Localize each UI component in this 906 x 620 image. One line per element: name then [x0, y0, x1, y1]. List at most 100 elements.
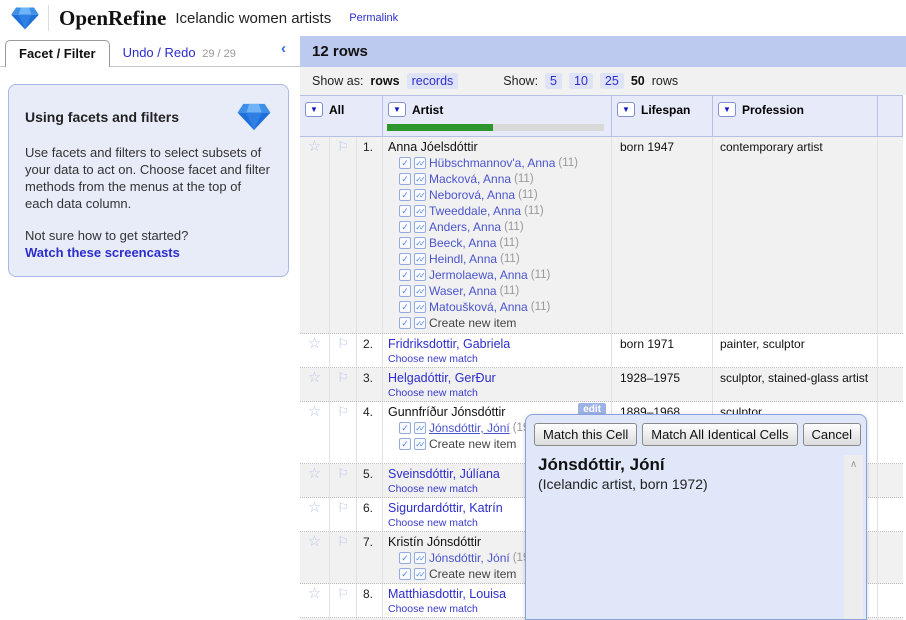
star-icon[interactable]: ☆ — [308, 371, 321, 400]
app-name: OpenRefine — [59, 6, 166, 31]
choose-new-match-link[interactable]: Choose new match — [388, 387, 607, 400]
star-icon[interactable]: ☆ — [308, 140, 321, 332]
candidate-link[interactable]: Anders, Anna — [429, 220, 501, 234]
create-new-item-link[interactable]: Create new item — [429, 437, 516, 451]
show-label: Show: — [503, 74, 538, 88]
match-this-cell-button[interactable]: Match this Cell — [534, 423, 637, 446]
match-all-identical-cells-button[interactable]: Match All Identical Cells — [642, 423, 797, 446]
match-all-checkbox-icon[interactable]: ✓✓ — [414, 568, 426, 580]
star-icon[interactable]: ☆ — [308, 467, 321, 496]
match-all-checkbox-icon[interactable]: ✓✓ — [414, 157, 426, 169]
popup-scrollbar[interactable]: ∧ — [844, 455, 863, 619]
flag-icon[interactable]: ⚐ — [337, 337, 349, 366]
match-all-checkbox-icon[interactable]: ✓✓ — [414, 205, 426, 217]
match-all-checkbox-icon[interactable]: ✓✓ — [414, 221, 426, 233]
candidate-link[interactable]: Neborová, Anna — [429, 188, 515, 202]
match-checkbox-icon[interactable]: ✓ — [399, 253, 411, 265]
page-size-25[interactable]: 25 — [600, 73, 624, 89]
partial-cell — [878, 137, 903, 333]
candidate-link[interactable]: Hübschmannov'a, Anna — [429, 156, 555, 170]
candidate-link[interactable]: Waser, Anna — [429, 284, 497, 298]
match-checkbox-icon[interactable]: ✓ — [399, 285, 411, 297]
candidate-link[interactable]: Jónsdóttir, Jóní — [429, 551, 510, 565]
flag-icon[interactable]: ⚐ — [337, 140, 349, 332]
flag-icon[interactable]: ⚐ — [337, 371, 349, 400]
profession-column-menu-icon[interactable]: ▼ — [718, 102, 736, 117]
star-icon[interactable]: ☆ — [308, 405, 321, 462]
flag-icon[interactable]: ⚐ — [337, 535, 349, 582]
match-all-checkbox-icon[interactable]: ✓✓ — [414, 301, 426, 313]
star-icon[interactable]: ☆ — [308, 535, 321, 582]
candidate-link[interactable]: Jermolaewa, Anna — [429, 268, 528, 282]
star-icon[interactable]: ☆ — [308, 337, 321, 366]
table-row: ☆⚐3.Helgadóttir, GerÐurChoose new match1… — [300, 368, 903, 402]
flag-icon[interactable]: ⚐ — [337, 501, 349, 530]
match-checkbox-icon[interactable]: ✓ — [399, 552, 411, 564]
match-all-checkbox-icon[interactable]: ✓✓ — [414, 269, 426, 281]
show-as-rows-option[interactable]: rows — [370, 74, 399, 88]
artist-cell: Helgadóttir, GerÐurChoose new match — [383, 368, 612, 401]
match-checkbox-icon[interactable]: ✓ — [399, 237, 411, 249]
match-checkbox-icon[interactable]: ✓ — [399, 205, 411, 217]
choose-new-match-link[interactable]: Choose new match — [388, 353, 607, 366]
candidate-link[interactable]: Beeck, Anna — [429, 236, 496, 250]
match-all-checkbox-icon[interactable]: ✓✓ — [414, 253, 426, 265]
page-size-10[interactable]: 10 — [569, 73, 593, 89]
partial-cell — [878, 368, 903, 401]
lifespan-column-menu-icon[interactable]: ▼ — [617, 102, 635, 117]
match-checkbox-icon[interactable]: ✓ — [399, 317, 411, 329]
match-checkbox-icon[interactable]: ✓ — [399, 221, 411, 233]
match-checkbox-icon[interactable]: ✓ — [399, 157, 411, 169]
match-checkbox-icon[interactable]: ✓ — [399, 301, 411, 313]
profession-cell: sculptor, stained-glass artist — [713, 368, 878, 401]
match-checkbox-icon[interactable]: ✓ — [399, 422, 411, 434]
candidate-link[interactable]: Tweeddale, Anna — [429, 204, 521, 218]
column-header-artist: ▼ Artist — [383, 96, 612, 136]
candidate-link[interactable]: Macková, Anna — [429, 172, 511, 186]
match-checkbox-icon[interactable]: ✓ — [399, 269, 411, 281]
tab-undo-redo[interactable]: Undo / Redo 29 / 29 — [110, 40, 249, 66]
match-checkbox-icon[interactable]: ✓ — [399, 438, 411, 450]
match-all-checkbox-icon[interactable]: ✓✓ — [414, 422, 426, 434]
flag-icon[interactable]: ⚐ — [337, 467, 349, 496]
candidate-count: (11) — [524, 205, 544, 217]
match-checkbox-icon[interactable]: ✓ — [399, 568, 411, 580]
lifespan-column-label: Lifespan — [641, 103, 690, 117]
flag-icon[interactable]: ⚐ — [337, 405, 349, 462]
collapse-sidebar-icon[interactable]: ‹ — [275, 41, 292, 58]
artist-name[interactable]: Helgadóttir, GerÐur — [388, 371, 607, 386]
star-icon[interactable]: ☆ — [308, 587, 321, 616]
cancel-button[interactable]: Cancel — [803, 423, 861, 446]
permalink-link[interactable]: Permalink — [349, 12, 398, 24]
screencasts-link[interactable]: Watch these screencasts — [25, 245, 272, 260]
match-checkbox-icon[interactable]: ✓ — [399, 189, 411, 201]
candidate-row: ✓✓✓Heindl, Anna(11) — [388, 251, 607, 267]
candidate-count: (11) — [558, 157, 578, 169]
match-all-checkbox-icon[interactable]: ✓✓ — [414, 438, 426, 450]
match-all-checkbox-icon[interactable]: ✓✓ — [414, 189, 426, 201]
match-all-checkbox-icon[interactable]: ✓✓ — [414, 317, 426, 329]
create-new-item-link[interactable]: Create new item — [429, 316, 516, 330]
match-all-checkbox-icon[interactable]: ✓✓ — [414, 552, 426, 564]
all-column-menu-icon[interactable]: ▼ — [305, 102, 323, 117]
match-checkbox-icon[interactable]: ✓ — [399, 173, 411, 185]
artist-column-menu-icon[interactable]: ▼ — [388, 102, 406, 117]
match-all-checkbox-icon[interactable]: ✓✓ — [414, 285, 426, 297]
candidate-preview-title: Jónsdóttir, Jóní — [526, 449, 866, 475]
page-size-5[interactable]: 5 — [545, 73, 562, 89]
scroll-up-icon[interactable]: ∧ — [844, 455, 863, 470]
star-icon[interactable]: ☆ — [308, 501, 321, 530]
flag-cell: ⚐ — [330, 402, 357, 463]
candidate-link[interactable]: Matoušková, Anna — [429, 300, 528, 314]
artist-name[interactable]: Fridriksdottir, Gabriela — [388, 337, 607, 352]
show-as-records-option[interactable]: records — [407, 73, 459, 89]
flag-icon[interactable]: ⚐ — [337, 587, 349, 616]
candidate-link[interactable]: Heindl, Anna — [429, 252, 497, 266]
page-size-50-selected[interactable]: 50 — [631, 74, 645, 88]
match-all-checkbox-icon[interactable]: ✓✓ — [414, 237, 426, 249]
tab-facet-filter[interactable]: Facet / Filter — [5, 40, 110, 67]
candidate-link[interactable]: Jónsdóttir, Jóní — [429, 421, 510, 435]
match-all-checkbox-icon[interactable]: ✓✓ — [414, 173, 426, 185]
flag-cell: ⚐ — [330, 137, 357, 333]
create-new-item-link[interactable]: Create new item — [429, 567, 516, 581]
